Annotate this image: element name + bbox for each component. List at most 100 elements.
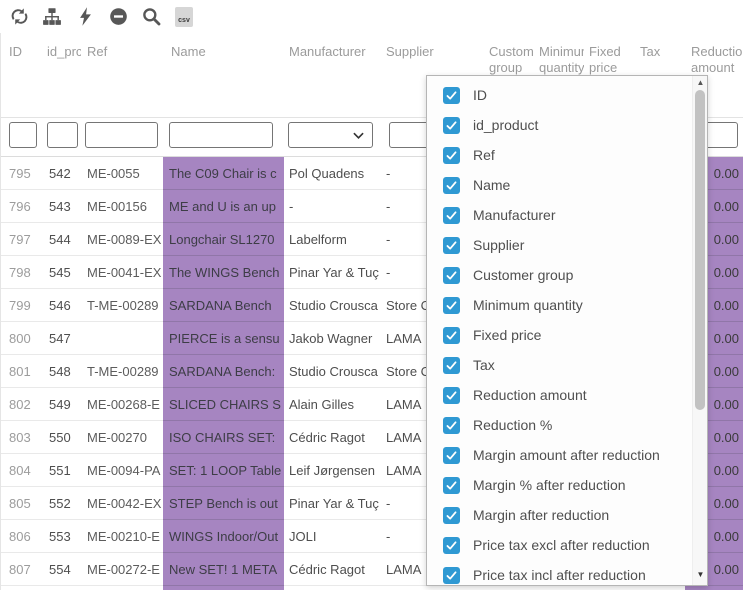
cell-ref: ME-00210-E	[81, 520, 163, 553]
search-button[interactable]	[141, 7, 161, 27]
manufacturer-filter-select[interactable]	[288, 122, 373, 148]
hierarchy-button[interactable]	[42, 7, 62, 27]
id-filter-input[interactable]	[9, 122, 37, 148]
cell-manufacturer: Jakob Wagner	[284, 322, 382, 355]
cell-id_product: 551	[45, 454, 81, 487]
column-menu-item[interactable]: Ref	[427, 140, 692, 170]
id_product-filter-input[interactable]	[47, 122, 78, 148]
checkbox-checked-icon[interactable]	[443, 477, 460, 494]
column-menu-item-label: Tax	[473, 357, 495, 373]
csv-file-icon: csv	[175, 7, 193, 27]
cell-id_product: 544	[45, 223, 81, 256]
column-menu-item-label: Margin amount after reduction	[473, 447, 660, 463]
dropdown-scrollbar[interactable]: ▲ ▼	[692, 76, 707, 585]
column-menu-item[interactable]: Tax	[427, 350, 692, 380]
checkbox-checked-icon[interactable]	[443, 357, 460, 374]
column-header-customer_group[interactable]: Custom group	[484, 44, 534, 76]
column-menu-item[interactable]: Reduction amount	[427, 380, 692, 410]
cell-manufacturer: Cédric Ragot	[284, 421, 382, 454]
column-menu-item-label: Price tax incl after reduction	[473, 567, 646, 583]
cell-manufacturer: Studio Crousca	[284, 355, 382, 388]
cell-id_product: 549	[45, 388, 81, 421]
column-header-ref[interactable]: Ref	[81, 44, 163, 76]
column-header-minimum_quantity[interactable]: Minimum quantity	[534, 44, 584, 76]
column-header-tax[interactable]: Tax	[635, 44, 685, 76]
cell-id_product: 546	[45, 289, 81, 322]
column-menu-item[interactable]: Margin amount after reduction	[427, 440, 692, 470]
checkbox-checked-icon[interactable]	[443, 207, 460, 224]
column-menu-item[interactable]: Margin % after reduction	[427, 470, 692, 500]
scrollbar-thumb[interactable]	[695, 90, 705, 410]
name-filter-input[interactable]	[169, 122, 273, 148]
column-menu-item-label: Price tax excl after reduction	[473, 537, 650, 553]
checkbox-checked-icon[interactable]	[443, 297, 460, 314]
checkbox-checked-icon[interactable]	[443, 537, 460, 554]
column-menu-item[interactable]: id_product	[427, 110, 692, 140]
column-chooser-list: IDid_productRefName Manufacturer SupplierC…	[427, 76, 692, 585]
column-header-supplier[interactable]: Supplier	[382, 44, 484, 76]
column-menu-item[interactable]: Customer group	[427, 260, 692, 290]
cell-ref: ME-00156	[81, 190, 163, 223]
checkbox-checked-icon[interactable]	[443, 327, 460, 344]
cell-id: 797	[1, 223, 45, 256]
column-menu-item[interactable]: Name	[427, 170, 692, 200]
checkbox-checked-icon[interactable]	[443, 147, 460, 164]
ref-filter-input[interactable]	[85, 122, 158, 148]
remove-button[interactable]	[108, 7, 128, 27]
column-menu-item-label: Minimum quantity	[473, 297, 583, 313]
checkbox-checked-icon[interactable]	[443, 417, 460, 434]
checkbox-checked-icon[interactable]	[443, 387, 460, 404]
cell-ref: ME-0042-EX	[81, 487, 163, 520]
cell-name: The C09 Chair is c	[163, 157, 284, 190]
column-menu-item-label: Fixed price	[473, 327, 541, 343]
cell-manufacturer: JOLI	[284, 520, 382, 553]
cell-manufacturer: Labelform	[284, 223, 382, 256]
checkbox-checked-icon[interactable]	[443, 567, 460, 584]
checkbox-checked-icon[interactable]	[443, 87, 460, 104]
column-header-reduction_amount[interactable]: Reduction amount	[685, 44, 743, 76]
csv-export-button[interactable]: csv	[174, 7, 194, 27]
cell-id: 800	[1, 322, 45, 355]
refresh-button[interactable]	[9, 7, 29, 27]
cell-ref: ME-00270	[81, 421, 163, 454]
cell-id: 796	[1, 190, 45, 223]
column-menu-item[interactable]: Price tax excl after reduction	[427, 530, 692, 560]
checkbox-checked-icon[interactable]	[443, 117, 460, 134]
cell-ref	[81, 322, 163, 355]
cell-name: New SET! 1 META	[163, 553, 284, 586]
column-header-id_product[interactable]: id_prc	[45, 44, 81, 76]
cell-ref: ME-0089-EX	[81, 223, 163, 256]
column-menu-item-label: Margin % after reduction	[473, 477, 626, 493]
scroll-up-icon[interactable]: ▲	[693, 78, 708, 87]
column-menu-item[interactable]: ID	[427, 80, 692, 110]
cell-id: 804	[1, 454, 45, 487]
cell-id: 802	[1, 388, 45, 421]
checkbox-checked-icon[interactable]	[443, 237, 460, 254]
checkbox-checked-icon[interactable]	[443, 447, 460, 464]
column-header-manufacturer[interactable]: Manufacturer	[284, 44, 382, 76]
cell-name: STEP Bench is out	[163, 487, 284, 520]
cell-manufacturer: Cédric Ragot	[284, 553, 382, 586]
checkbox-checked-icon[interactable]	[443, 267, 460, 284]
cell-name: ISO CHAIRS SET:	[163, 421, 284, 454]
column-menu-item[interactable]: Supplier	[427, 230, 692, 260]
refresh-icon	[10, 7, 29, 26]
column-menu-item[interactable]: Margin after reduction	[427, 500, 692, 530]
checkbox-checked-icon[interactable]	[443, 177, 460, 194]
column-menu-item[interactable]: Minimum quantity	[427, 290, 692, 320]
quick-action-button[interactable]	[75, 7, 95, 27]
cell-id_product: 553	[45, 520, 81, 553]
checkbox-checked-icon[interactable]	[443, 507, 460, 524]
minus-circle-icon	[109, 7, 128, 26]
column-header-fixed_price[interactable]: Fixed price	[584, 44, 635, 76]
scroll-down-icon[interactable]: ▼	[693, 570, 708, 579]
column-menu-item[interactable]: Price tax incl after reduction	[427, 560, 692, 585]
table-row-partial	[1, 586, 743, 590]
cell-manufacturer: Alain Gilles	[284, 388, 382, 421]
column-header-id[interactable]: ID	[1, 44, 45, 76]
column-menu-item[interactable]: Fixed price	[427, 320, 692, 350]
column-menu-item-label: Manufacturer	[473, 207, 555, 223]
column-menu-item[interactable]: Reduction %	[427, 410, 692, 440]
column-header-name[interactable]: Name	[163, 44, 284, 76]
column-menu-item[interactable]: Manufacturer	[427, 200, 692, 230]
